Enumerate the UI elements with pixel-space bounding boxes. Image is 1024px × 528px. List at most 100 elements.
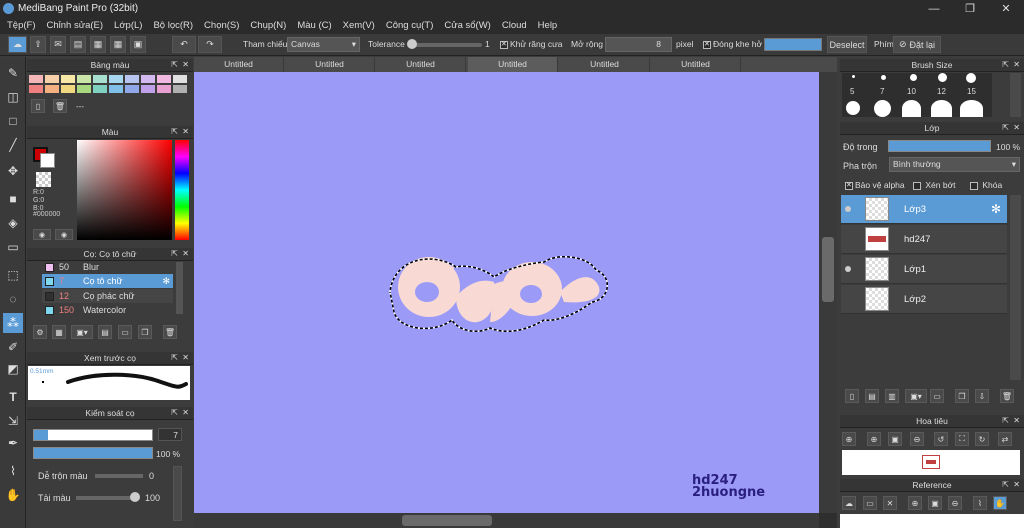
vertical-scrollbar[interactable]	[819, 72, 837, 513]
eye-icon[interactable]	[845, 206, 851, 212]
tab-document-2[interactable]: Untitled	[285, 57, 375, 72]
brush-control-scrollbar[interactable]	[173, 466, 182, 521]
layer-item[interactable]: Lớp2	[841, 285, 1007, 314]
color-saturation-field[interactable]	[77, 140, 172, 240]
vertical-scroll-thumb[interactable]	[822, 237, 834, 302]
layout-icon[interactable]: ▦	[90, 36, 106, 53]
panel-icon[interactable]: ▤	[70, 36, 86, 53]
palette-swatch[interactable]	[45, 85, 59, 93]
tolerance-thumb[interactable]	[407, 39, 417, 49]
reference-select[interactable]: Canvas ▾	[287, 37, 360, 52]
fit-icon[interactable]: ▣	[888, 432, 902, 446]
brush-size-dot[interactable]	[881, 75, 886, 80]
gear-icon[interactable]: ✻	[991, 202, 1001, 216]
duplicate-layer-button[interactable]: ❐	[955, 389, 969, 403]
eyedropper-icon[interactable]: ⌇	[3, 461, 23, 481]
menu-help[interactable]: Help	[538, 20, 558, 31]
horizontal-scrollbar[interactable]	[194, 513, 819, 528]
palette-swatch[interactable]	[93, 85, 107, 93]
close-reference-icon[interactable]: ✕	[883, 496, 897, 510]
tab-document-3[interactable]: Untitled	[376, 57, 466, 72]
navigator-preview[interactable]	[842, 450, 1020, 475]
cloud-icon[interactable]: ☁	[8, 36, 27, 53]
color-palette-button[interactable]: ◉	[55, 229, 73, 240]
layer-menu-button[interactable]: ▣▾	[905, 389, 927, 403]
close-icon[interactable]: ✕	[182, 248, 189, 260]
brush-item[interactable]: 50 Blur	[42, 260, 173, 274]
palette-swatch[interactable]	[109, 85, 123, 93]
new-palette-button[interactable]: ▯	[31, 99, 45, 113]
tolerance-slider[interactable]	[407, 43, 482, 47]
close-icon[interactable]: ✕	[1013, 122, 1020, 134]
brush-icon[interactable]: ✎	[3, 63, 23, 83]
rotate-right-icon[interactable]: ↻	[975, 432, 989, 446]
menu-tools[interactable]: Công cụ(T)	[386, 20, 434, 31]
tab-document-1[interactable]: Untitled	[194, 57, 284, 72]
brush-duplicate-button[interactable]: ❐	[138, 325, 152, 339]
expand-icon[interactable]: ⇱	[1002, 415, 1009, 427]
brush-size-dot[interactable]	[910, 74, 917, 81]
eye-icon[interactable]	[845, 266, 851, 272]
brush-size-value[interactable]: 7	[158, 428, 182, 441]
expand-icon[interactable]: ⇱	[1002, 479, 1009, 491]
transparent-color-swatch[interactable]	[36, 172, 51, 187]
maximize-button[interactable]: ❐	[952, 0, 988, 17]
frame-icon[interactable]: ▣	[130, 36, 146, 53]
expand-input[interactable]: 8	[605, 37, 672, 52]
menu-capture[interactable]: Chụp(N)	[250, 20, 286, 31]
menu-file[interactable]: Tệp(F)	[7, 20, 36, 31]
text-icon[interactable]: T	[3, 387, 23, 407]
fill-rect-icon[interactable]: ■	[3, 189, 23, 209]
close-icon[interactable]: ✕	[182, 126, 189, 138]
expand-icon[interactable]: ⇱	[171, 248, 178, 260]
rectangle-icon[interactable]: □	[3, 111, 23, 131]
comment-icon[interactable]: ✉	[50, 36, 66, 53]
gear-icon[interactable]: ✻	[162, 274, 170, 288]
menu-color[interactable]: Màu (C)	[297, 20, 331, 31]
zoom-in-icon[interactable]: ⊕	[842, 432, 856, 446]
pen-tool-icon[interactable]: ✒	[3, 433, 23, 453]
palette-swatch[interactable]	[29, 85, 43, 93]
tab-document-4[interactable]: Untitled	[468, 57, 558, 72]
close-icon[interactable]: ✕	[1013, 59, 1020, 71]
cloud-upload-icon[interactable]: ☁	[842, 496, 856, 510]
palette-swatch[interactable]	[45, 75, 59, 83]
brush-folder-button[interactable]: ▭	[118, 325, 132, 339]
delete-palette-button[interactable]: 🗑	[53, 99, 67, 113]
eyedropper-icon[interactable]: ⌇	[973, 496, 987, 510]
delete-layer-button[interactable]: 🗑	[1000, 389, 1014, 403]
palette-swatch[interactable]	[77, 85, 91, 93]
tab-document-6[interactable]: Untitled	[651, 57, 741, 72]
expand-icon[interactable]: ⇱	[171, 352, 178, 364]
select-eraser-icon[interactable]: ◩	[3, 359, 23, 379]
protect-alpha-checkbox[interactable]: Bảo vệ alpha	[845, 180, 905, 190]
merge-layer-button[interactable]: ⇩	[975, 389, 989, 403]
layer-item-active[interactable]: Lớp3 ✻	[841, 195, 1007, 224]
palette-swatch[interactable]	[157, 75, 171, 83]
brush-size-dot[interactable]	[902, 100, 921, 117]
amount-slider[interactable]	[76, 496, 138, 500]
palette-swatch[interactable]	[61, 75, 75, 83]
menu-view[interactable]: Xem(V)	[343, 20, 375, 31]
operation-icon[interactable]: ⇲	[3, 411, 23, 431]
fullscreen-icon[interactable]: ⛶	[955, 432, 969, 446]
palette-swatch[interactable]	[173, 75, 187, 83]
fit-icon[interactable]: ▣	[928, 496, 942, 510]
expand-icon[interactable]: ⇱	[171, 407, 178, 419]
layer-list-scrollbar[interactable]	[1010, 195, 1021, 380]
tab-document-5[interactable]: Untitled	[560, 57, 650, 72]
layer-folder-button[interactable]: ▭	[930, 389, 944, 403]
expand-icon[interactable]: ⇱	[1002, 122, 1009, 134]
brush-size-dot[interactable]	[846, 101, 860, 115]
move-icon[interactable]: ✥	[3, 161, 23, 181]
redo-icon[interactable]: ↷	[198, 36, 222, 53]
color-mode-button[interactable]: ◉	[33, 229, 51, 240]
amount-thumb[interactable]	[130, 492, 140, 502]
new-layer-button[interactable]: ▯	[845, 389, 859, 403]
expand-icon[interactable]: ⇱	[171, 59, 178, 71]
close-icon[interactable]: ✕	[182, 59, 189, 71]
brush-size-dot[interactable]	[960, 100, 983, 117]
brush-item[interactable]: 12 Cọ phác chữ	[42, 289, 173, 303]
layer-opacity-bar[interactable]	[888, 140, 991, 152]
close-icon[interactable]: ✕	[1013, 415, 1020, 427]
